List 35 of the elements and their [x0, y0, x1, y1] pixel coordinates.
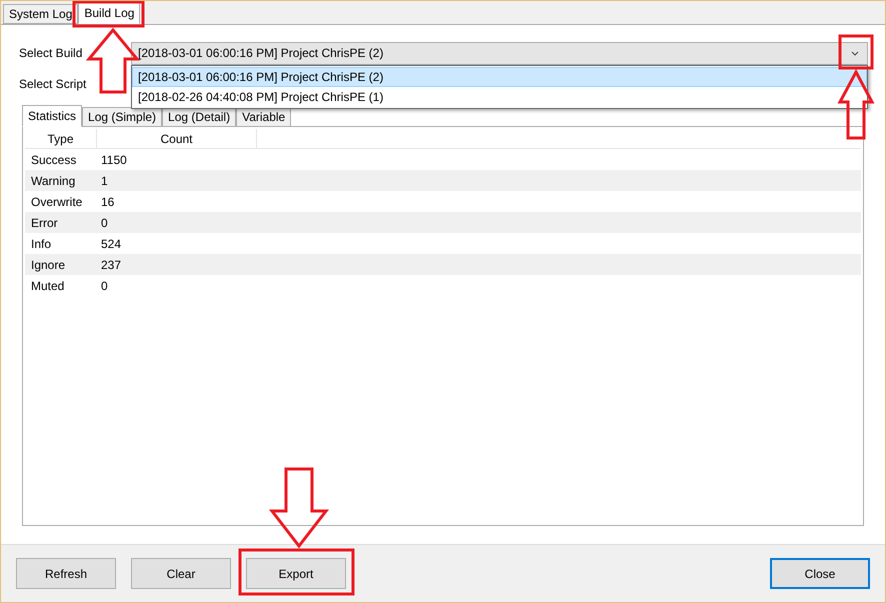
- tab[interactable]: Log (Simple): [82, 107, 162, 127]
- button[interactable]: Clear: [131, 558, 231, 589]
- table-cell-text: Muted: [30, 278, 66, 294]
- table-cell-text: 0: [100, 278, 108, 294]
- table-cell-text: Error: [30, 214, 59, 232]
- button[interactable]: Export: [246, 558, 346, 589]
- tab[interactable]: Build Log: [78, 2, 140, 24]
- table-cell-text: Warning: [30, 172, 76, 190]
- table-cell-text: Overwrite: [30, 194, 84, 210]
- tab[interactable]: System Log: [3, 4, 78, 24]
- table-cell-text: 1: [100, 172, 108, 190]
- dropdown-option[interactable]: [2018-02-26 04:40:08 PM] Project ChrisPE (1): [132, 86, 867, 106]
- build-dropdown[interactable]: [2018-03-01 06:00:16 PM] Project ChrisPE (2): [131, 42, 868, 64]
- table-cell-text: Info: [30, 236, 52, 252]
- table-cell-text: 237: [100, 256, 122, 274]
- table-cell-text: 524: [100, 236, 122, 252]
- column-header[interactable]: Count: [97, 129, 257, 148]
- annotation-arrow: [86, 28, 140, 94]
- highlight-frame: [838, 34, 874, 70]
- dropdown-value: [2018-03-01 06:00:16 PM] Project ChrisPE (2): [138, 45, 384, 62]
- table-cell-text: 16: [100, 194, 114, 210]
- tab[interactable]: Statistics: [22, 105, 82, 127]
- dropdown-option[interactable]: [2018-03-01 06:00:16 PM] Project ChrisPE (2): [132, 66, 867, 86]
- button[interactable]: Refresh: [16, 558, 116, 589]
- highlight-frame: [72, 1, 144, 28]
- select-build-label: Select Build: [19, 45, 84, 62]
- button[interactable]: Close: [770, 558, 870, 589]
- table-cell-text: Ignore: [30, 256, 66, 274]
- annotation-arrow: [838, 68, 874, 140]
- column-header[interactable]: Type: [25, 129, 97, 148]
- select-script-label: Select Script: [19, 76, 86, 93]
- chevron-down-icon: [851, 50, 859, 56]
- table-cell-text: 1150: [100, 152, 127, 168]
- table-cell-text: 0: [100, 214, 108, 232]
- table-cell-text: Success: [30, 152, 78, 168]
